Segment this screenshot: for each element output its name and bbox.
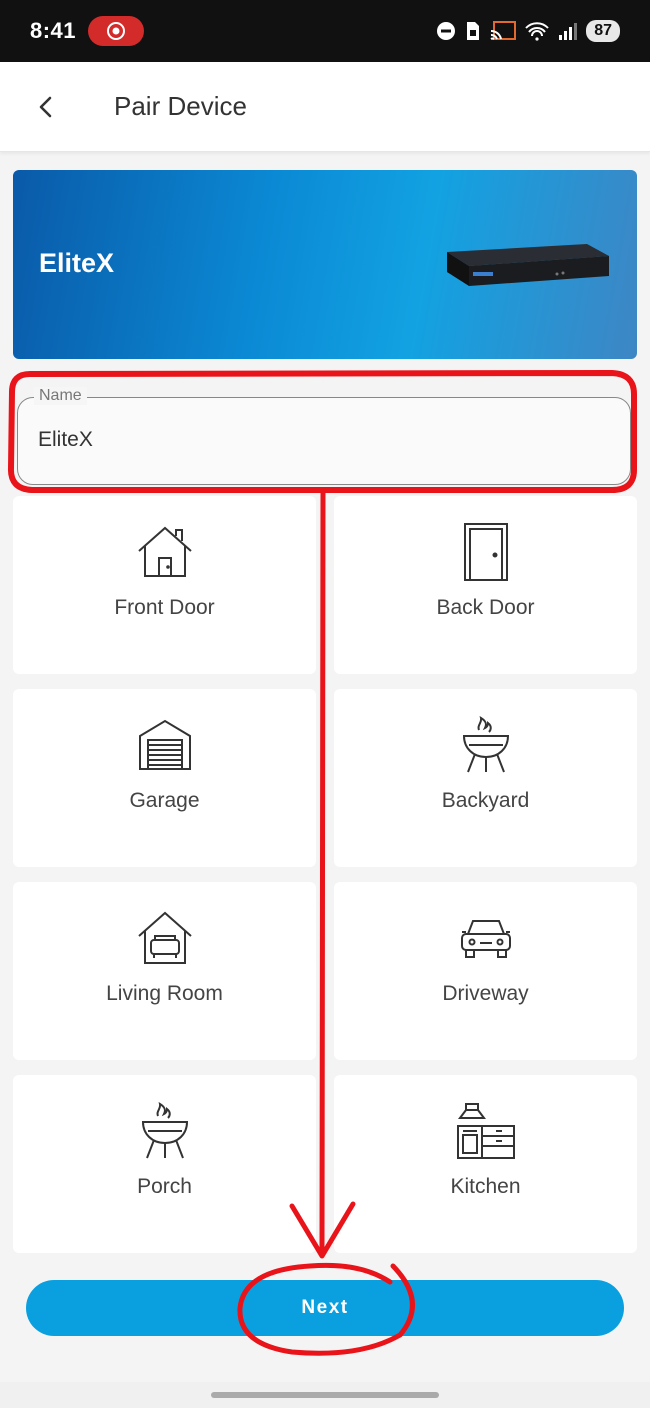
grill-icon (462, 716, 509, 773)
door-icon (463, 523, 508, 581)
location-garage[interactable]: Garage (13, 689, 316, 867)
sofa-house-icon (137, 911, 192, 964)
kitchen-icon (456, 1103, 515, 1159)
location-living-room[interactable]: Living Room (13, 882, 316, 1060)
location-porch[interactable]: Porch (13, 1075, 316, 1253)
sim-icon (467, 22, 480, 40)
location-label: Living Room (106, 982, 223, 1005)
wifi-icon (525, 22, 549, 41)
location-label: Garage (129, 789, 200, 812)
garage-icon (138, 719, 191, 770)
location-label: Backyard (441, 789, 530, 812)
device-banner: EliteX (13, 170, 637, 359)
location-driveway[interactable]: Driveway (334, 882, 637, 1060)
car-icon (460, 920, 511, 958)
location-label: Kitchen (450, 1175, 521, 1198)
location-kitchen[interactable]: Kitchen (334, 1075, 637, 1253)
annotation-arrow-line (319, 489, 326, 1255)
nvr-device-image (447, 244, 609, 286)
app-bar: Pair Device (0, 62, 650, 152)
grill-icon (141, 1102, 188, 1159)
do-not-disturb-icon (437, 22, 456, 40)
location-back-door[interactable]: Back Door (334, 496, 637, 674)
chevron-left-icon (39, 96, 52, 117)
location-label: Porch (137, 1175, 192, 1198)
next-button[interactable]: Next (26, 1280, 624, 1336)
page-title: Pair Device (114, 91, 247, 121)
location-backyard[interactable]: Backyard (334, 689, 637, 867)
back-button[interactable] (24, 85, 68, 129)
status-bar: 8:41 87 (0, 0, 650, 62)
device-model-title: EliteX (39, 248, 115, 278)
name-field-label: Name (34, 387, 87, 405)
status-icons: 87 (436, 20, 620, 42)
home-indicator[interactable] (211, 1392, 439, 1398)
status-time: 8:41 (30, 18, 77, 43)
battery-icon: 87 (586, 20, 620, 42)
location-front-door[interactable]: Front Door (13, 496, 316, 674)
name-input[interactable] (38, 428, 598, 452)
location-label: Back Door (436, 596, 535, 619)
signal-icon (559, 23, 578, 40)
house-icon (137, 526, 192, 577)
name-field[interactable]: Name (17, 387, 631, 485)
location-label: Front Door (114, 596, 215, 619)
screen-record-icon (88, 16, 145, 46)
cast-icon (490, 21, 517, 40)
location-label: Driveway (442, 982, 529, 1005)
